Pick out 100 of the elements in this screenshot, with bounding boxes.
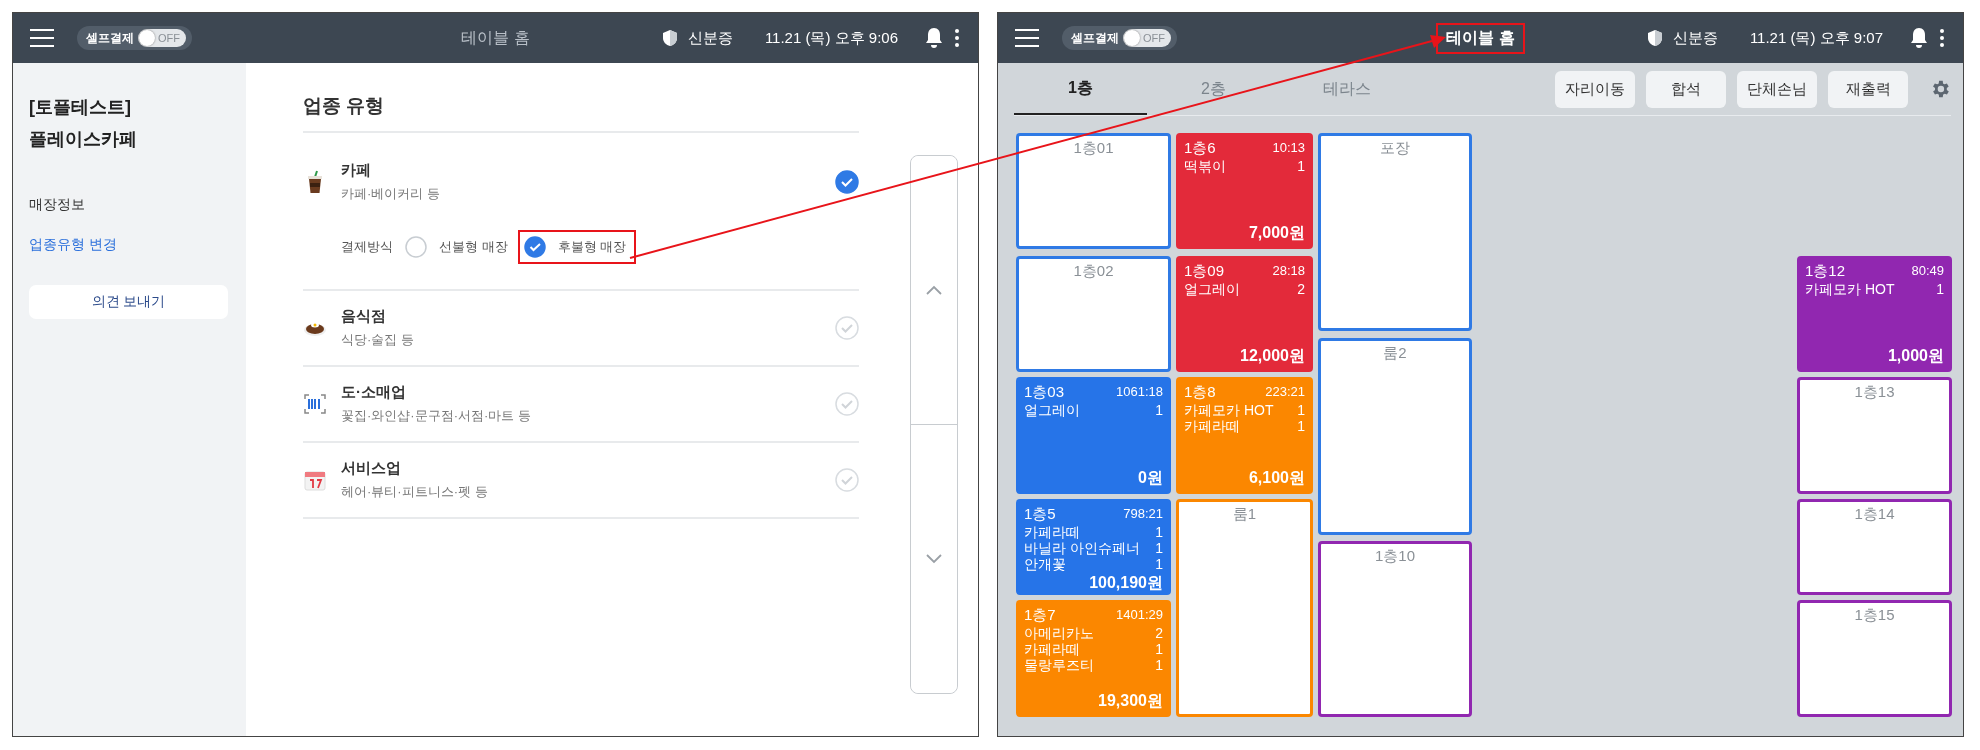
action-button[interactable]: 단체손님 — [1737, 70, 1817, 108]
self-pay-switch[interactable]: OFF — [1123, 29, 1171, 47]
menu-icon[interactable] — [29, 28, 55, 48]
elapsed-time: 223:21 — [1265, 383, 1305, 401]
radio-option[interactable]: 후불형 매장 — [523, 236, 627, 258]
menu-item-name: 안개꽃 — [1024, 556, 1066, 572]
date-time: 11.21 (목) 오후 9:07 — [1749, 28, 1883, 48]
table-card[interactable]: 룸2 — [1318, 338, 1472, 535]
menu-item-name: 카페라떼 — [1024, 641, 1080, 657]
payment-method-label: 결제방식 — [341, 238, 393, 256]
table-name: 1층03 — [1024, 382, 1065, 402]
table-card[interactable]: 1층5 798:21 카페라떼 1 바닐라 아인슈페너 1 안개꽃 1 100,190원 — [1016, 499, 1171, 595]
table-card[interactable]: 1층10 — [1318, 541, 1472, 717]
barcode-icon — [303, 393, 327, 415]
elapsed-time: 80:49 — [1911, 262, 1944, 280]
table-total: 19,300원 — [1097, 691, 1163, 711]
radio-check-icon — [523, 236, 546, 258]
table-card[interactable]: 1층12 80:49 카페모카 HOT 1 1,000원 — [1797, 256, 1952, 372]
table-card[interactable]: 룸1 — [1176, 499, 1313, 717]
elapsed-time: 798:21 — [1123, 505, 1163, 523]
action-button[interactable]: 자리이동 — [1555, 70, 1635, 108]
screen-title: 테이블 홈 — [1446, 28, 1515, 46]
item-quantity: 1 — [1297, 402, 1305, 418]
bell-icon[interactable] — [1909, 27, 1929, 49]
table-total: 1,000원 — [1886, 346, 1944, 366]
elapsed-time: 28:18 — [1272, 262, 1305, 280]
chevron-down-icon — [926, 554, 942, 564]
table-total: 0원 — [1137, 468, 1163, 488]
table-name: 1층14 — [1853, 504, 1896, 524]
check-circle-icon[interactable] — [835, 316, 859, 340]
more-icon[interactable] — [954, 28, 960, 48]
section-heading: 업종 유형 — [303, 81, 859, 133]
store-name: 플레이스카페 — [29, 128, 138, 151]
selected-check-icon[interactable] — [835, 170, 859, 194]
check-circle-icon[interactable] — [835, 468, 859, 492]
menu-icon[interactable] — [1014, 28, 1040, 48]
menu-item-name: 아메리카노 — [1024, 625, 1094, 641]
table-card[interactable]: 1층14 — [1797, 499, 1952, 595]
table-card[interactable]: 포장 — [1318, 133, 1472, 331]
table-total: 12,000원 — [1239, 346, 1305, 366]
menu-item-name: 카페모카 HOT — [1184, 402, 1274, 418]
bell-icon[interactable] — [924, 27, 944, 49]
table-card[interactable]: 1층01 — [1016, 133, 1171, 249]
table-name: 1층5 — [1024, 504, 1056, 524]
menu-item-name: 카페모카 HOT — [1805, 281, 1895, 297]
table-name: 1층02 — [1072, 261, 1115, 281]
table-card[interactable]: 1층8 223:21 카페모카 HOT 1 카페라떼 1 6,100원 — [1176, 377, 1313, 494]
floor-tab[interactable]: 1층 — [1014, 63, 1147, 115]
self-pay-label: 셀프결제 — [86, 29, 134, 47]
feedback-button[interactable]: 의견 보내기 — [29, 285, 228, 319]
table-total: 100,190원 — [1088, 573, 1163, 593]
check-circle-icon[interactable] — [835, 392, 859, 416]
table-card[interactable]: 1층13 — [1797, 377, 1952, 494]
item-quantity: 1 — [1297, 418, 1305, 434]
table-name: 1층10 — [1374, 546, 1416, 566]
item-quantity: 1 — [1155, 641, 1163, 657]
self-pay-switch[interactable]: OFF — [138, 29, 186, 47]
calendar-icon — [303, 469, 327, 491]
table-card[interactable]: 1층15 — [1797, 600, 1952, 717]
radio-option[interactable]: 선불형 매장 — [405, 236, 508, 258]
table-total: 6,100원 — [1247, 468, 1305, 488]
item-quantity: 1 — [1155, 402, 1163, 418]
menu-item-name: 물랑루즈티 — [1024, 657, 1094, 673]
category-description: 식당·술집 등 — [341, 331, 415, 349]
id-card-label[interactable]: 신분증 — [687, 28, 733, 48]
category-description: 헤어·뷰티·피트니스·펫 등 — [341, 483, 489, 501]
category-name: 카페 — [341, 161, 372, 180]
more-icon[interactable] — [1939, 28, 1945, 48]
table-name: 1층7 — [1024, 605, 1056, 625]
action-button[interactable]: 합석 — [1646, 70, 1726, 108]
chevron-up-icon — [926, 285, 942, 295]
item-quantity: 2 — [1297, 281, 1305, 297]
table-name: 1층8 — [1184, 382, 1216, 402]
category-description: 카페·베이커리 등 — [341, 185, 441, 203]
elapsed-time: 1401:29 — [1116, 606, 1163, 624]
menu-item-name: 떡볶이 — [1184, 158, 1226, 174]
table-name: 포장 — [1379, 138, 1411, 158]
table-name: 룸1 — [1231, 504, 1258, 524]
sidebar-item[interactable]: 업종유형 변경 — [29, 225, 228, 265]
screen-title: 테이블 홈 — [461, 28, 530, 46]
category-description: 꽃집·와인샵·문구점·서점·마트 등 — [341, 407, 532, 425]
table-card[interactable]: 1층09 28:18 얼그레이 2 12,000원 — [1176, 256, 1313, 372]
item-quantity: 1 — [1936, 281, 1944, 297]
table-name: 1층15 — [1853, 605, 1896, 625]
category-name: 서비스업 — [341, 459, 402, 478]
shield-icon — [661, 29, 678, 47]
id-card-label[interactable]: 신분증 — [1672, 28, 1718, 48]
floor-tab[interactable]: 테라스 — [1280, 63, 1413, 115]
floor-tab[interactable]: 2층 — [1147, 63, 1280, 115]
radio-circle-icon — [405, 236, 427, 258]
menu-item-name: 얼그레이 — [1024, 402, 1080, 418]
table-card[interactable]: 1층03 1061:18 얼그레이 1 0원 — [1016, 377, 1171, 494]
store-name: [토플테스트] — [29, 96, 132, 119]
table-card[interactable]: 1층7 1401:29 아메리카노 2 카페라떼 1 물랑루즈티 1 19,300원 — [1016, 600, 1171, 717]
table-card[interactable]: 1층02 — [1016, 256, 1171, 372]
elapsed-time: 1061:18 — [1116, 383, 1163, 401]
sidebar-item[interactable]: 매장정보 — [29, 185, 228, 225]
table-card[interactable]: 1층6 10:13 떡볶이 1 7,000원 — [1176, 133, 1313, 249]
menu-item-name: 카페라떼 — [1024, 524, 1080, 540]
action-button[interactable]: 재출력 — [1828, 70, 1908, 108]
